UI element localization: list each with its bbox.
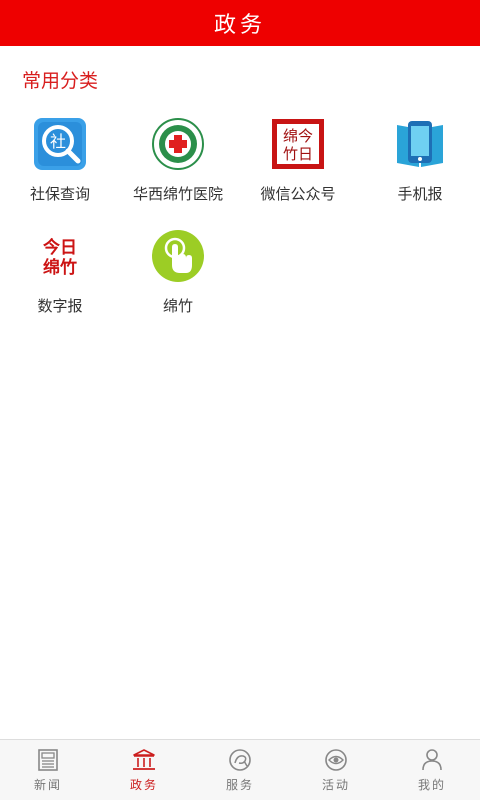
page-title: 政务: [213, 13, 266, 38]
shortcut-label: 社保查询: [29, 185, 90, 203]
shortcut-mianzhu[interactable]: 绵竹: [118, 224, 238, 334]
svg-text:今日: 今日: [43, 237, 77, 258]
government-building-icon: [133, 749, 155, 770]
newspaper-icon: [38, 749, 58, 771]
tab-service[interactable]: 服务: [192, 740, 288, 800]
eye-icon: [325, 749, 347, 771]
hospital-logo-icon: [151, 117, 205, 171]
svg-text:绵今: 绵今: [283, 127, 313, 145]
mobile-newspaper-icon: [393, 117, 447, 171]
touch-hand-icon: [151, 229, 205, 283]
tab-label: 新闻: [33, 778, 62, 792]
user-icon: [422, 749, 442, 771]
bottom-tab-bar: 新闻 政务 服务 活动 我的: [0, 739, 480, 800]
wechat-official-account-icon: 绵今 竹日: [271, 117, 325, 171]
shortcut-hospital[interactable]: 华西绵竹医院: [118, 112, 238, 222]
shortcut-digital-newspaper[interactable]: 今日 绵竹 数字报: [0, 224, 120, 334]
tab-government[interactable]: 政务: [96, 740, 192, 800]
tab-label: 服务: [225, 778, 254, 792]
social-security-icon: 社: [33, 117, 87, 171]
shortcut-label: 微信公众号: [260, 185, 336, 203]
header-bar: 政务: [0, 0, 480, 46]
shortcut-label: 华西绵竹医院: [132, 185, 223, 203]
shortcut-label: 数字报: [37, 297, 83, 315]
shortcut-wechat-account[interactable]: 绵今 竹日 微信公众号: [238, 112, 358, 222]
tab-activity[interactable]: 活动: [288, 740, 384, 800]
tab-label: 政务: [129, 778, 158, 792]
tab-news[interactable]: 新闻: [0, 740, 96, 800]
svg-text:社: 社: [50, 132, 66, 151]
tab-label: 活动: [321, 778, 350, 792]
shortcut-mobile-newspaper[interactable]: 手机报: [360, 112, 480, 222]
service-icon: [229, 749, 251, 771]
app-screen: 政务 常用分类 社 社保查询 华西绵竹医院 绵今 竹日 微信公众号 手机报 今日…: [0, 0, 480, 800]
svg-text:竹日: 竹日: [283, 145, 313, 163]
section-title: 常用分类: [22, 70, 99, 92]
digital-newspaper-icon: 今日 绵竹: [33, 229, 87, 283]
tab-mine[interactable]: 我的: [384, 740, 480, 800]
svg-text:绵竹: 绵竹: [43, 257, 77, 278]
shortcut-label: 绵竹: [162, 297, 193, 315]
shortcut-social-security[interactable]: 社 社保查询: [0, 112, 120, 222]
shortcut-label: 手机报: [397, 185, 443, 203]
tab-label: 我的: [417, 778, 446, 792]
